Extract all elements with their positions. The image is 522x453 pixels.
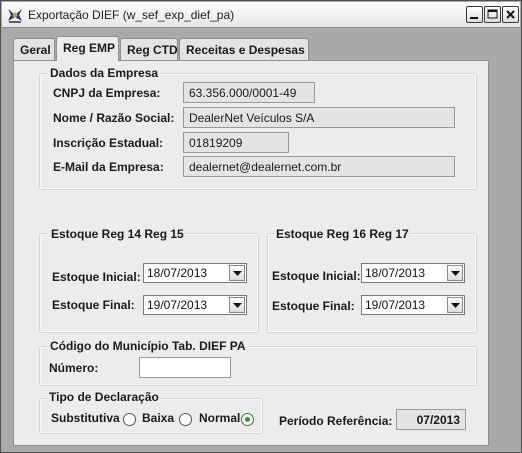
chevron-down-icon: [233, 271, 242, 276]
inscricao-field[interactable]: 01819209: [183, 132, 289, 153]
radio-label-substitutiva: Substitutiva: [51, 411, 120, 425]
radio-normal[interactable]: [241, 413, 254, 426]
chevron-down-icon: [451, 271, 460, 276]
group-title-dados-empresa: Dados da Empresa: [48, 66, 161, 80]
app-window: Exportação DIEF (w_sef_exp_dief_pa) Gera…: [0, 0, 522, 453]
cnpj-field[interactable]: 63.356.000/0001-49: [183, 82, 315, 103]
title-bar[interactable]: Exportação DIEF (w_sef_exp_dief_pa): [2, 2, 520, 28]
group-title-estoque-16-17: Estoque Reg 16 Reg 17: [274, 227, 411, 241]
estoque-final-date-1[interactable]: 19/07/2013: [143, 295, 247, 315]
periodo-field[interactable]: 07/2013: [396, 409, 466, 430]
maximize-button[interactable]: [484, 6, 501, 23]
estoque-inicial-date-1[interactable]: 18/07/2013: [143, 263, 247, 283]
dropdown-button[interactable]: [447, 297, 463, 313]
close-icon: [506, 10, 515, 19]
tab-reg-emp[interactable]: Reg EMP: [56, 36, 119, 61]
dropdown-button[interactable]: [229, 265, 245, 281]
cnpj-label: CNPJ da Empresa:: [53, 86, 161, 100]
estoque-final-date-2[interactable]: 19/07/2013: [361, 295, 465, 315]
maximize-icon: [487, 9, 498, 19]
radio-substitutiva[interactable]: [123, 413, 136, 426]
estoque-inicial-label-1: Estoque Inicial:: [52, 270, 141, 284]
window-title: Exportação DIEF (w_sef_exp_dief_pa): [28, 8, 235, 22]
group-estoque-16-17: [267, 233, 477, 333]
email-label: E-Mail da Empresa:: [53, 160, 164, 174]
tab-reg-ctd[interactable]: Reg CTD: [120, 38, 178, 60]
periodo-label: Período Referência:: [279, 414, 393, 428]
radio-baixa[interactable]: [179, 413, 192, 426]
estoque-final-label-1: Estoque Final:: [52, 298, 135, 312]
numero-label: Número:: [49, 361, 99, 375]
group-title-municipio: Código do Município Tab. DIEF PA: [48, 339, 248, 353]
inscricao-label: Inscrição Estadual:: [53, 136, 164, 150]
app-icon: [6, 6, 24, 24]
group-title-tipo-declaracao: Tipo de Declaração: [47, 390, 161, 404]
email-field[interactable]: dealernet@dealernet.com.br: [183, 156, 455, 177]
estoque-inicial-label-2: Estoque Inicial:: [272, 269, 361, 283]
window-client: Geral Reg EMP Reg CTD Receitas e Despesa…: [2, 28, 520, 452]
group-title-estoque-14-15: Estoque Reg 14 Reg 15: [49, 227, 186, 241]
dropdown-button[interactable]: [229, 297, 245, 313]
estoque-final-label-2: Estoque Final:: [272, 299, 355, 313]
nome-label: Nome / Razão Social:: [53, 111, 175, 125]
radio-label-normal: Normal: [199, 411, 241, 425]
estoque-inicial-date-2[interactable]: 18/07/2013: [361, 263, 465, 283]
nome-field[interactable]: DealerNet Veículos S/A: [183, 107, 455, 128]
chevron-down-icon: [451, 303, 460, 308]
chevron-down-icon: [233, 303, 242, 308]
tab-panel-reg-emp: Dados da Empresa CNPJ da Empresa: 63.356…: [13, 60, 489, 446]
numero-input[interactable]: [139, 357, 231, 378]
dropdown-button[interactable]: [447, 265, 463, 281]
tab-geral[interactable]: Geral: [13, 38, 55, 60]
radio-label-baixa: Baixa: [142, 411, 175, 425]
close-button[interactable]: [502, 6, 519, 23]
minimize-icon: [470, 17, 478, 19]
tab-receitas-despesas[interactable]: Receitas e Despesas: [179, 38, 309, 60]
minimize-button[interactable]: [466, 6, 483, 23]
